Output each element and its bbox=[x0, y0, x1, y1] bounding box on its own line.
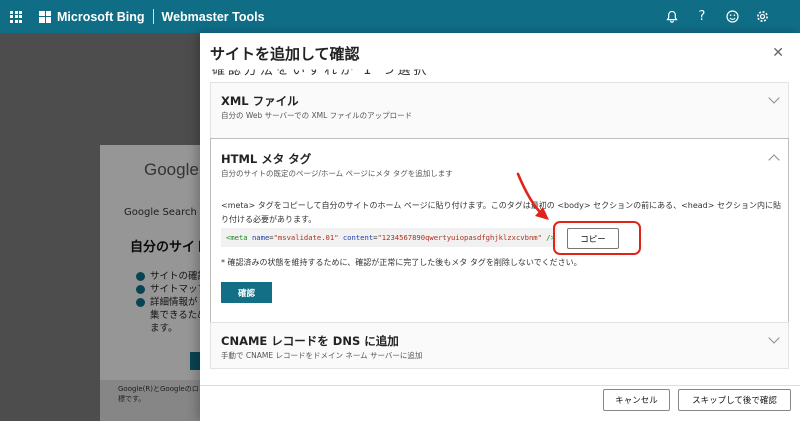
gear-icon[interactable] bbox=[754, 9, 770, 25]
verify-button[interactable]: 確認 bbox=[221, 282, 272, 303]
skip-verify-later-button[interactable]: スキップして後で確認 bbox=[678, 389, 791, 411]
html-meta-tag-option: HTML メタ タグ 自分のサイトの既定のページ/ホーム ページにメタ タグを追… bbox=[210, 138, 789, 337]
meta-tag-code: <meta name="msvalidate.01" content="1234… bbox=[221, 228, 557, 247]
product-name: Webmaster Tools bbox=[161, 9, 265, 24]
add-site-panel: 確認方法をいずれか 1 つ選択 サイトを追加して確認 ✕ XML ファイル 自分… bbox=[200, 33, 800, 421]
close-icon[interactable]: ✕ bbox=[772, 45, 784, 61]
top-bar: Microsoft Bing Webmaster Tools ? bbox=[0, 0, 800, 33]
xml-option-title: XML ファイル bbox=[221, 94, 299, 108]
app-launcher-icon[interactable] bbox=[10, 10, 22, 23]
microsoft-logo-icon bbox=[39, 10, 51, 23]
help-icon[interactable]: ? bbox=[694, 9, 710, 25]
html-description: <meta> タグをコピーして自分のサイトのホーム ページに貼り付けます。このタ… bbox=[221, 201, 781, 224]
brand-name: Microsoft Bing bbox=[57, 9, 145, 24]
top-icons: ? bbox=[664, 0, 770, 33]
smiley-icon[interactable] bbox=[724, 9, 740, 25]
html-option-title: HTML メタ タグ bbox=[221, 152, 312, 166]
html-option-subtitle: 自分のサイトの既定のページ/ホーム ページにメタ タグを追加します bbox=[221, 169, 453, 178]
cname-option[interactable]: CNAME レコードを DNS に追加 手動で CNAME レコードをドメイン … bbox=[210, 322, 789, 369]
meta-tag-note: * 確認済みの状態を維持するために、確認が正常に完了した後もメタ タグを削除しな… bbox=[221, 258, 582, 267]
cancel-button[interactable]: キャンセル bbox=[603, 389, 670, 411]
bell-icon[interactable] bbox=[664, 9, 680, 25]
chevron-up-icon[interactable] bbox=[768, 154, 780, 166]
brand-separator bbox=[152, 9, 154, 24]
chevron-down-icon[interactable] bbox=[768, 92, 780, 104]
xml-option-subtitle: 自分の Web サーバーでの XML ファイルのアップロード bbox=[221, 111, 413, 120]
chevron-down-icon[interactable] bbox=[768, 332, 780, 344]
cname-option-title: CNAME レコードを DNS に追加 bbox=[221, 334, 399, 348]
copy-button[interactable]: コピー bbox=[567, 228, 619, 249]
cname-option-subtitle: 手動で CNAME レコードをドメイン ネーム サーバーに追加 bbox=[221, 351, 423, 360]
panel-title: サイトを追加して確認 bbox=[210, 41, 770, 67]
